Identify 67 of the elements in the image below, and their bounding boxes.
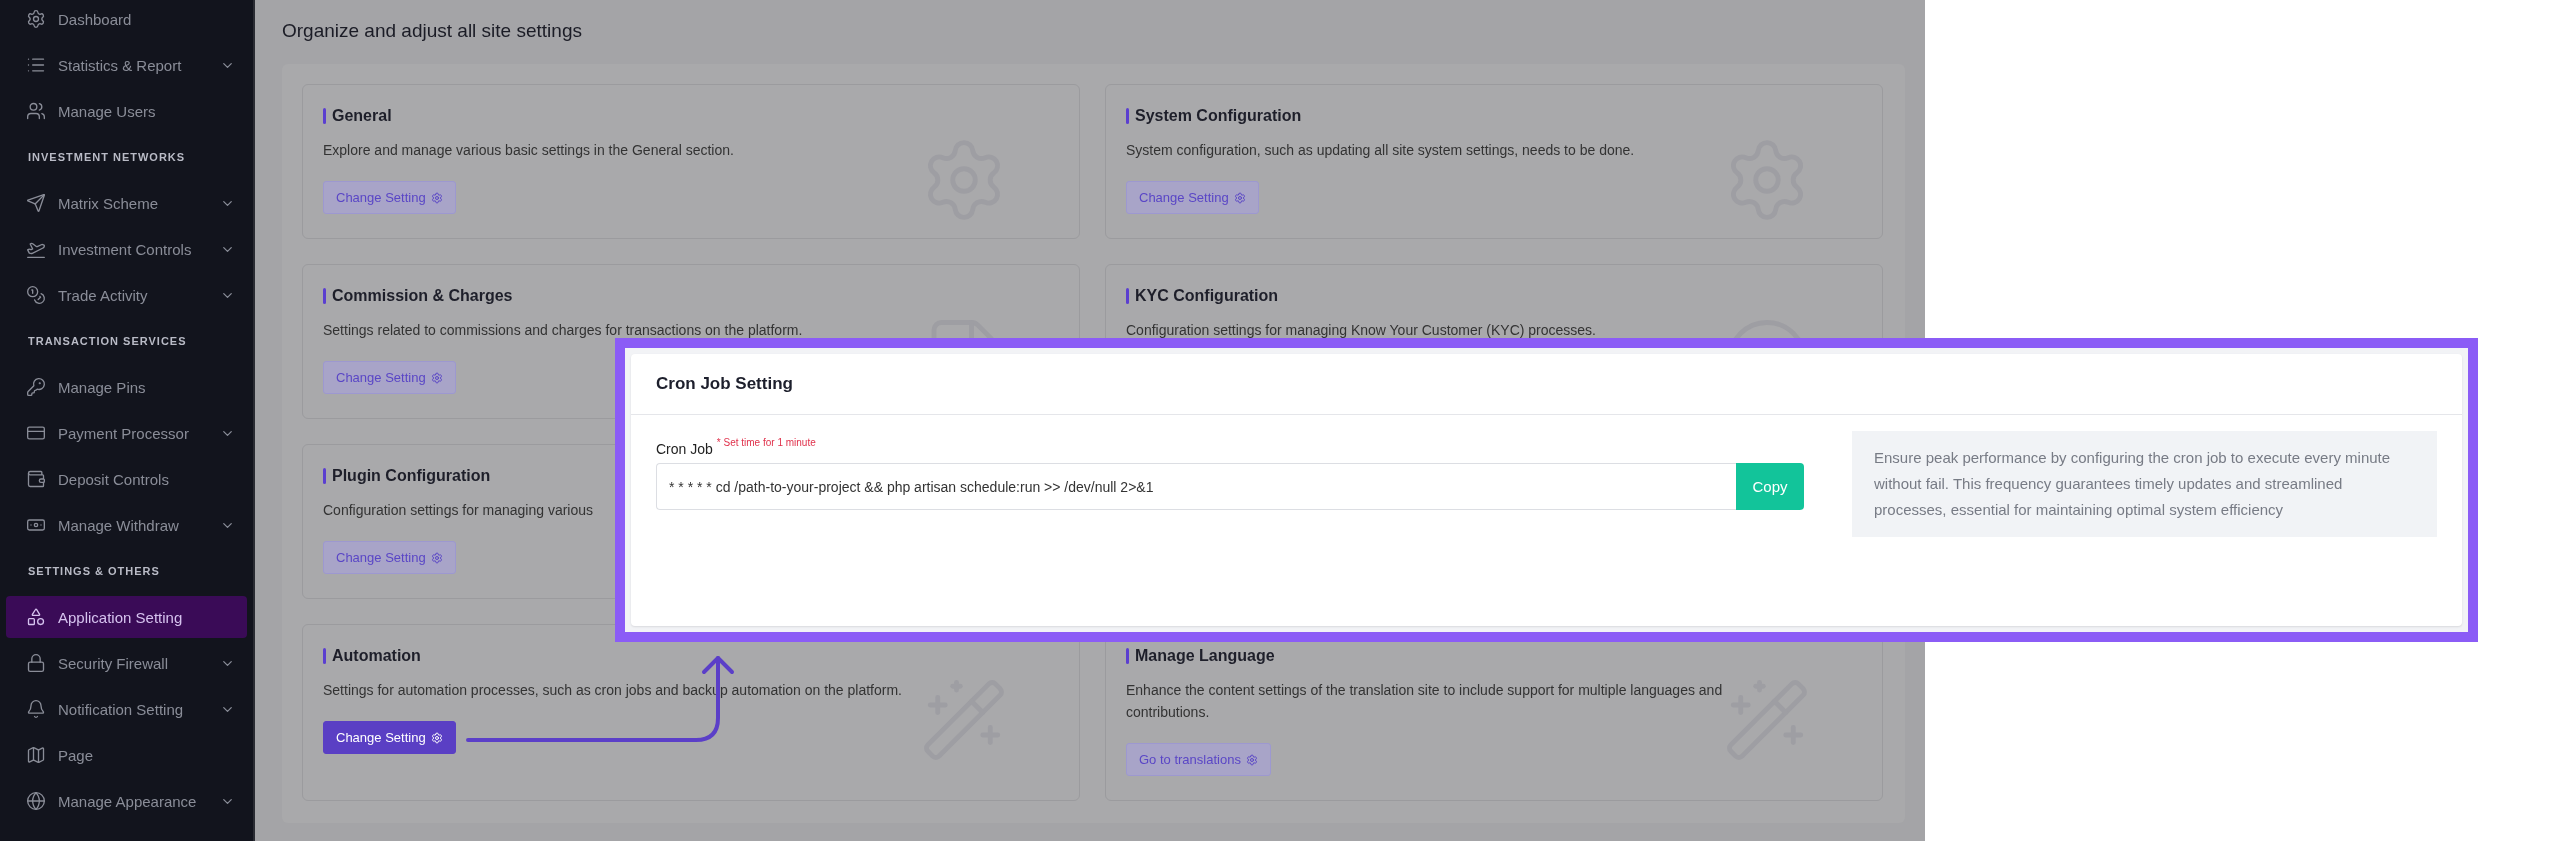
section-heading: TRANSACTION SERVICES [27, 334, 188, 349]
sidebar-item[interactable]: Dashboard [6, 0, 247, 40]
card-title: Plugin Configuration [332, 467, 491, 485]
sidebar-item[interactable]: Notification Setting [6, 688, 247, 730]
sidebar-item[interactable]: Matrix Scheme [6, 182, 247, 224]
change-setting-button[interactable]: Change Setting [323, 181, 456, 214]
accent-bar [323, 648, 326, 664]
accent-bar [1126, 648, 1129, 664]
card-description: Configuration settings for managing Know Your Customer (KYC) processes. [1126, 321, 1597, 340]
accent-bar [323, 288, 326, 304]
gear-icon [26, 9, 46, 29]
change-setting-button[interactable]: Change Setting [1126, 181, 1259, 214]
sidebar-item[interactable]: Security Firewall [6, 642, 247, 684]
gear-icon [430, 191, 443, 204]
info-note: Ensure peak performance by configuring the cron job to execute every minute without fail. This frequency guarantees timely updates and streamlined processes, essential for maintaining optimal system efficiency [1852, 431, 2437, 537]
globe-icon [26, 791, 46, 811]
cron-command-field[interactable]: * * * * * cd /path-to-your-project && php artisan schedule:run >> /dev/null 2>&1 [656, 463, 1736, 510]
accent-bar [1126, 108, 1129, 124]
sidebar-item[interactable]: Manage Pins [6, 366, 247, 408]
lock-icon [26, 653, 46, 673]
sidebar-item[interactable]: Application Setting [6, 596, 247, 638]
card-title: System Configuration [1135, 107, 1302, 125]
card-description: Settings related to commissions and charges for transactions on the platform. [323, 321, 804, 340]
field-label: Cron Job [656, 440, 713, 457]
sidebar-item[interactable]: Investment Controls [6, 228, 247, 270]
gear-icon [1245, 753, 1258, 766]
gear-icon [430, 551, 443, 564]
gear-icon [1233, 191, 1246, 204]
accent-bar [323, 108, 326, 124]
card-header: Cron Job Setting [631, 354, 2462, 415]
section-heading: SETTINGS & OTHERS [27, 564, 161, 579]
card-description: Explore and manage various basic settings in the General section. [323, 141, 735, 160]
card-description: System configuration, such as updating all site system settings, needs to be done. [1126, 141, 1636, 160]
sidebar-item[interactable]: Page [6, 734, 247, 776]
card-title: Automation [332, 647, 421, 665]
sidebar-item[interactable]: Manage Users [6, 90, 247, 132]
card-description: Enhance the content settings of the translation site to include support for multiple languages and contributions. [1126, 681, 1724, 722]
map-icon [26, 745, 46, 765]
accent-bar [323, 468, 326, 484]
accent-bar [1126, 288, 1129, 304]
change-setting-button[interactable]: Change Setting [323, 541, 456, 574]
change-setting-button[interactable]: Change Setting [323, 721, 456, 754]
paper-plane-icon [26, 193, 46, 213]
gear-icon [430, 371, 443, 384]
field-hint: * Set time for 1 minute [716, 437, 816, 448]
sidebar-item[interactable]: Deposit Controls [6, 458, 247, 500]
card-title: General [332, 107, 392, 125]
card-description: Configuration settings for managing various [323, 501, 595, 520]
page-title: Organize and adjust all site settings [282, 20, 583, 42]
gear-icon [430, 731, 443, 744]
coins-icon [26, 285, 46, 305]
card-title: KYC Configuration [1135, 287, 1279, 305]
change-setting-button[interactable]: Change Setting [323, 361, 456, 394]
card-title: Manage Language [1135, 647, 1275, 665]
sidebar-item[interactable]: Payment Processor [6, 412, 247, 454]
sidebar-item[interactable]: Statistics & Report [6, 44, 247, 86]
card-title: Commission & Charges [332, 287, 513, 305]
sidebar-item[interactable]: Trade Activity [6, 274, 247, 316]
bell-icon [26, 699, 46, 719]
section-heading: INVESTMENT NETWORKS [27, 150, 187, 165]
circles-icon [26, 607, 46, 627]
key-icon [26, 377, 46, 397]
change-setting-button[interactable]: Go to translations [1126, 743, 1271, 776]
wallet-icon [26, 469, 46, 489]
users-icon [26, 101, 46, 121]
sidebar-item[interactable]: Manage Appearance [6, 780, 247, 822]
sidebar-item[interactable]: Manage Withdraw [6, 504, 247, 546]
